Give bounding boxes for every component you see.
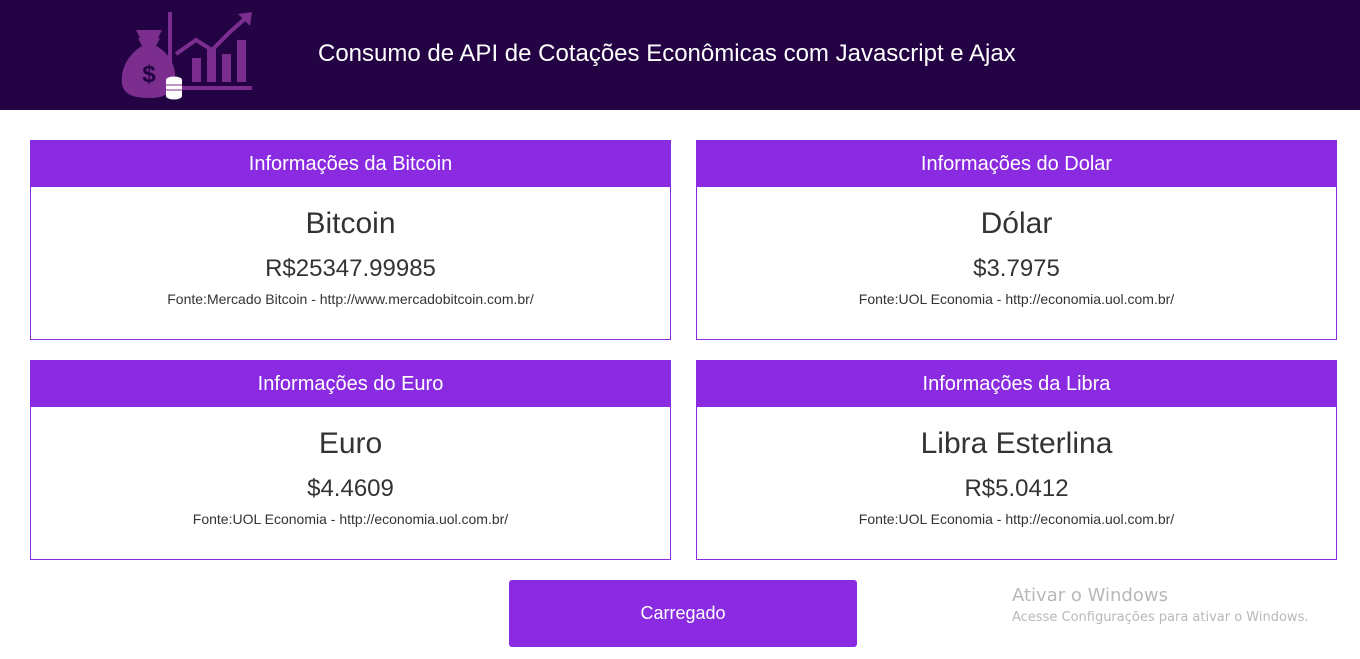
currency-name: Dólar (980, 207, 1053, 240)
card-heading: Informações do Dolar (697, 141, 1336, 187)
currency-source: Fonte:UOL Economia - http://economia.uol… (858, 511, 1175, 527)
currency-value: R$25347.99985 (265, 255, 436, 282)
page-title: Consumo de API de Cotações Econômicas co… (318, 40, 1016, 67)
euro-card: Informações do Euro Euro $4.4609 Fonte:U… (30, 360, 671, 560)
currency-name: Bitcoin (305, 207, 396, 240)
watermark-subtitle: Acesse Configurações para ativar o Windo… (1012, 610, 1309, 625)
card-heading: Informações da Libra (697, 361, 1336, 407)
currency-value: $3.7975 (973, 255, 1060, 282)
currency-name: Libra Esterlina (920, 427, 1113, 460)
svg-text:$: $ (142, 61, 156, 88)
money-bag-chart-icon: $ (121, 12, 252, 100)
libra-card: Informações da Libra Libra Esterlina R$5… (696, 360, 1337, 560)
currency-value: R$5.0412 (964, 475, 1069, 502)
currency-name: Euro (318, 427, 383, 460)
bitcoin-card: Informações da Bitcoin Bitcoin R$25347.9… (30, 140, 671, 340)
dolar-card: Informações do Dolar Dólar $3.7975 Fonte… (696, 140, 1337, 340)
card-heading: Informações da Bitcoin (31, 141, 670, 187)
card-heading: Informações do Euro (31, 361, 670, 407)
load-button[interactable]: Carregado (509, 580, 857, 647)
windows-activation-watermark: Ativar o Windows Acesse Configurações pa… (1012, 585, 1308, 627)
currency-source: Fonte:UOL Economia - http://economia.uol… (192, 511, 509, 527)
page-header: $ Consumo de API de Cotações Econômicas … (0, 0, 1360, 110)
watermark-title: Ativar o Windows (1012, 585, 1168, 606)
currency-source: Fonte:UOL Economia - http://economia.uol… (858, 291, 1175, 307)
currency-source: Fonte:Mercado Bitcoin - http://www.merca… (167, 291, 534, 307)
currency-value: $4.4609 (307, 475, 394, 502)
